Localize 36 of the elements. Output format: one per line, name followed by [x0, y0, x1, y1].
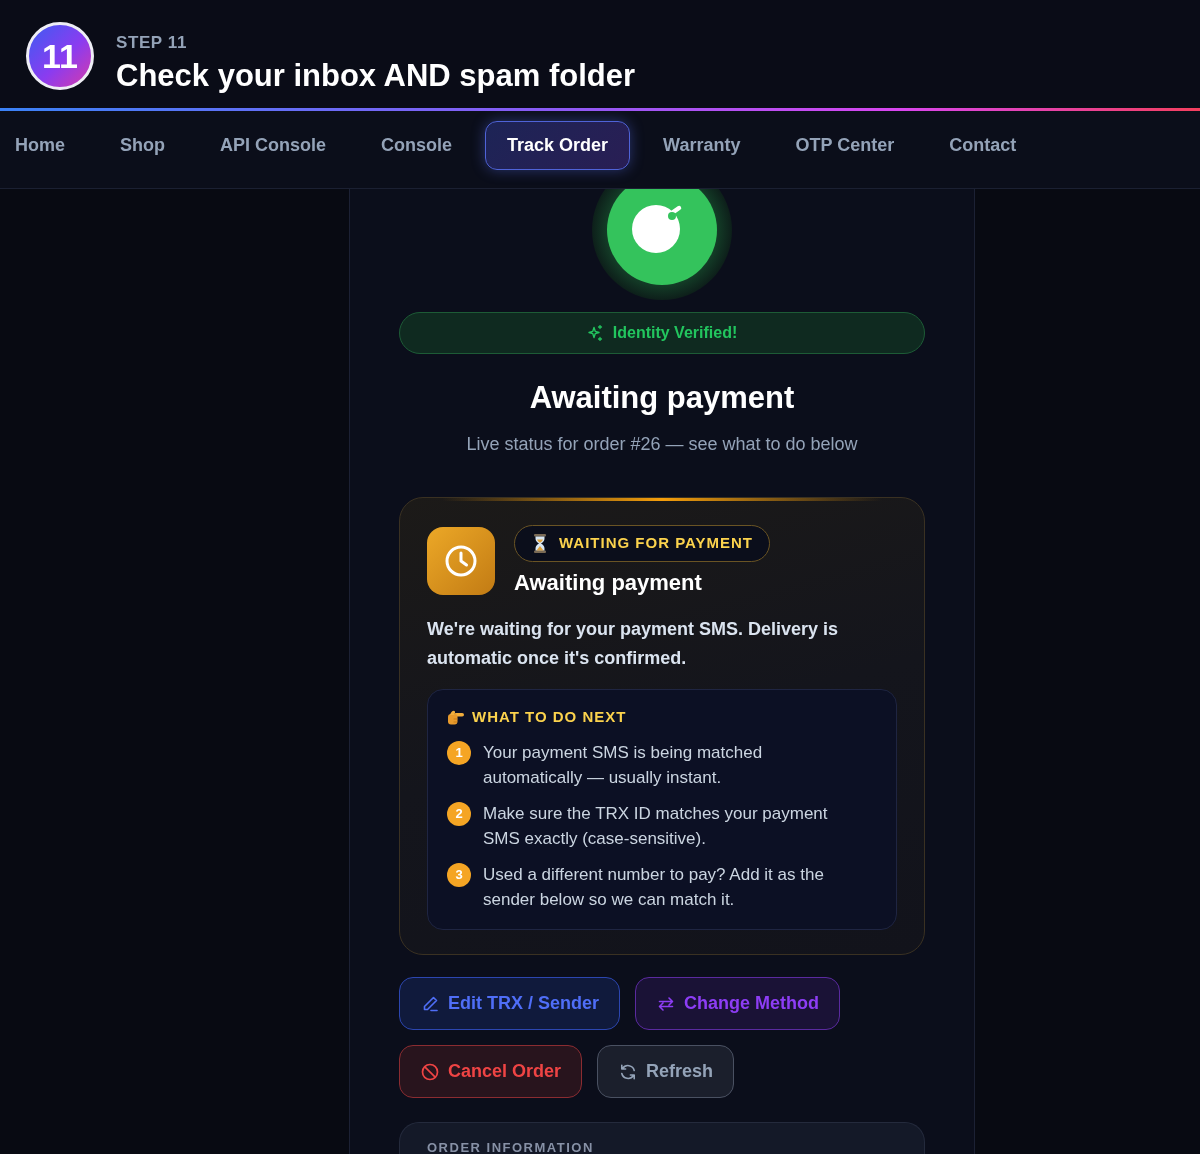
- page-title: Check your inbox AND spam folder: [116, 59, 636, 92]
- nav-tab[interactable]: Track Order: [485, 121, 631, 170]
- status-card-title: Awaiting payment: [514, 569, 702, 597]
- nav-tab[interactable]: Warranty: [641, 121, 763, 170]
- swap-arrows-icon: [657, 994, 676, 1013]
- refresh-icon: [619, 1062, 638, 1081]
- nav-tab[interactable]: API Console: [198, 121, 349, 170]
- status-subtitle: Live status for order #26 — see what to do below: [465, 433, 859, 456]
- order-info-title: ORDER INFORMATION: [427, 1140, 595, 1154]
- nav-tab[interactable]: Contact: [927, 121, 1039, 170]
- step-text: Make sure the TRX ID matches your payment SMS exactly (case-sensitive).: [483, 803, 829, 850]
- action-button[interactable]: Refresh: [597, 1045, 735, 1098]
- pencil-icon: [421, 994, 439, 1013]
- action-button[interactable]: Cancel Order: [399, 1045, 583, 1098]
- nav-tab[interactable]: Console: [359, 121, 475, 170]
- pointing-hand-icon: [447, 709, 464, 725]
- sparkle-icon: [586, 325, 603, 341]
- next-steps-title: WHAT TO DO NEXT: [472, 708, 627, 726]
- step-number: 11: [26, 22, 94, 90]
- verification-label: Identity Verified!: [612, 323, 738, 343]
- step-text: Your payment SMS is being matched automatically — usually instant.: [483, 742, 764, 789]
- ban-icon: [421, 1062, 439, 1081]
- step-text: Used a different number to pay? Add it as the sender below so we can match it.: [483, 864, 825, 911]
- step-number: 2: [447, 802, 471, 826]
- hourglass-icon: [533, 534, 547, 553]
- nav-tab[interactable]: Shop: [98, 121, 187, 170]
- nav-tab[interactable]: Home: [0, 121, 87, 170]
- action-button[interactable]: Edit TRX / Sender: [399, 977, 621, 1030]
- step-number: 3: [447, 863, 471, 887]
- clock-icon: [427, 527, 495, 595]
- payment-status-label: WAITING FOR PAYMENT: [559, 533, 753, 554]
- status-message: We're waiting for your payment SMS. Delivery is automatic once it's confirmed.: [427, 618, 840, 670]
- step-number: 1: [447, 741, 471, 765]
- nav-tab[interactable]: OTP Center: [773, 121, 917, 170]
- step-label: STEP 11: [116, 34, 188, 51]
- status-heading: Awaiting payment: [528, 380, 796, 416]
